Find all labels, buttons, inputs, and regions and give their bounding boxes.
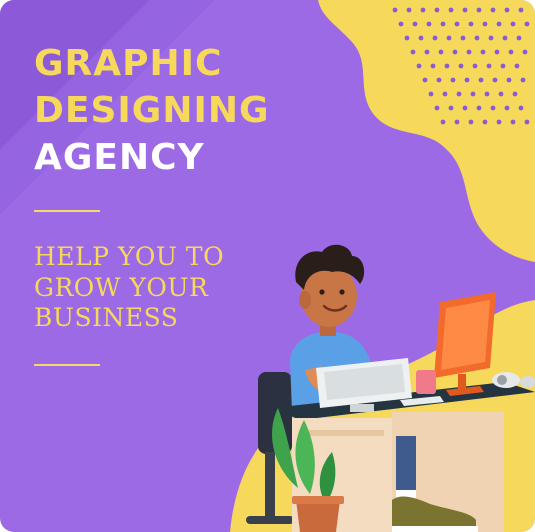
dot (508, 49, 514, 55)
dot (466, 49, 472, 55)
dot (524, 21, 530, 27)
dot (510, 119, 516, 125)
dot (420, 7, 426, 13)
chair-stem (265, 452, 275, 522)
dot (418, 35, 424, 41)
dot (480, 49, 486, 55)
dot (444, 63, 450, 69)
dot (440, 21, 446, 27)
dot (428, 91, 434, 97)
dot (496, 21, 502, 27)
dot (464, 77, 470, 83)
dot (518, 7, 524, 13)
dot (504, 105, 510, 111)
divider-top (34, 210, 100, 212)
tagline-line-2: GROW YOUR (34, 273, 209, 302)
pink-cup (416, 370, 436, 394)
dot (440, 119, 446, 125)
dot (416, 63, 422, 69)
person-ear (299, 291, 311, 309)
dot (448, 105, 454, 111)
dot (518, 105, 524, 111)
dot (450, 77, 456, 83)
dot (462, 105, 468, 111)
dot (422, 77, 428, 83)
plant-pot-rim (292, 496, 344, 504)
dot (460, 35, 466, 41)
dot (482, 119, 488, 125)
dot (514, 63, 520, 69)
dot (392, 7, 398, 13)
dot (410, 49, 416, 55)
dot (448, 7, 454, 13)
dot (476, 7, 482, 13)
chair-base (246, 516, 294, 524)
dot (406, 7, 412, 13)
dot (446, 35, 452, 41)
dot (474, 35, 480, 41)
white-monitor-stand (350, 404, 374, 412)
dot (506, 77, 512, 83)
dot (436, 77, 442, 83)
shoe-sole (392, 526, 478, 532)
dot (472, 63, 478, 69)
dot (398, 21, 404, 27)
dot (494, 49, 500, 55)
dot (490, 7, 496, 13)
dot (456, 91, 462, 97)
dot (458, 63, 464, 69)
dot (512, 91, 518, 97)
camera-lens (497, 375, 507, 385)
orange-monitor-screen (441, 300, 490, 370)
person-eye-left (319, 289, 325, 295)
dot (404, 35, 410, 41)
dot (432, 35, 438, 41)
tagline-line-1: HELP YOU TO (34, 242, 225, 271)
dot (516, 35, 522, 41)
headline-line-1: GRAPHIC (34, 43, 223, 84)
dot (486, 63, 492, 69)
headline-line-2: DESIGNING (34, 90, 270, 131)
dot (434, 105, 440, 111)
dot (504, 7, 510, 13)
dot (430, 63, 436, 69)
dot (502, 35, 508, 41)
dot (500, 63, 506, 69)
dot (442, 91, 448, 97)
headline-line-3: AGENCY (34, 137, 205, 178)
poster: GRAPHIC DESIGNING AGENCY HELP YOU TO GRO… (0, 0, 535, 532)
dot (426, 21, 432, 27)
person-eye-right (339, 289, 345, 295)
dot (490, 105, 496, 111)
dot (520, 77, 526, 83)
dot (438, 49, 444, 55)
dot (510, 21, 516, 27)
dot (496, 119, 502, 125)
dot (468, 21, 474, 27)
dot (484, 91, 490, 97)
dot (468, 119, 474, 125)
dot (424, 49, 430, 55)
dot (492, 77, 498, 83)
dot (488, 35, 494, 41)
dot (482, 21, 488, 27)
divider-bottom (34, 364, 100, 366)
desk-drawer-handle (300, 430, 384, 436)
plant-pot (296, 500, 340, 532)
dot (478, 77, 484, 83)
dot (522, 49, 528, 55)
dot (452, 49, 458, 55)
tagline-line-3: BUSINESS (34, 303, 179, 332)
yellow-blob-top-right (318, 0, 535, 262)
dot (454, 119, 460, 125)
dot (476, 105, 482, 111)
dot (454, 21, 460, 27)
dot (412, 21, 418, 27)
dot (434, 7, 440, 13)
dot (498, 91, 504, 97)
dot (470, 91, 476, 97)
dot (462, 7, 468, 13)
orange-monitor-stand (458, 374, 466, 390)
dot (524, 119, 530, 125)
